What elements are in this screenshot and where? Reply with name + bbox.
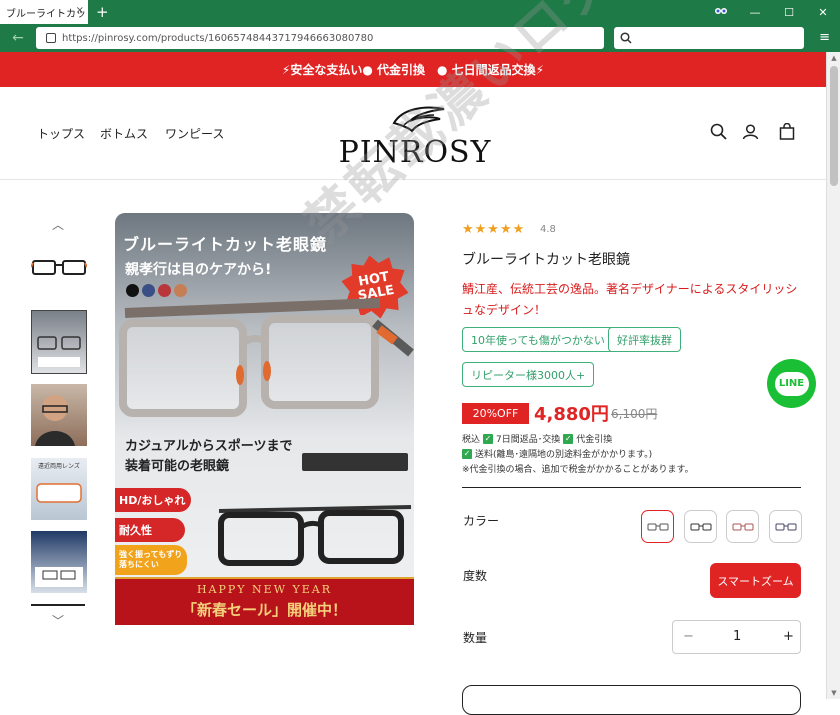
check-icon: ✓	[563, 433, 574, 444]
check-icon: ✓	[483, 433, 494, 444]
search-icon[interactable]	[710, 123, 727, 144]
lock-icon	[46, 33, 56, 43]
discount-badge: 20%OFF	[462, 403, 529, 424]
page-scrollbar[interactable]: ▲ ▼	[826, 52, 840, 699]
browser-nav-bar: ← https://pinrosy.com/products/160657484…	[0, 24, 840, 52]
promo-banner: ⚡安全な支払い● 代金引換 ● 七日間返品交換⚡	[0, 52, 826, 87]
info-line-2: ✓ 送料(離島･遠隔地の別途料金がかかります。)	[462, 447, 652, 460]
glasses-swatch-icon	[690, 523, 711, 530]
glasses-swatch-icon	[775, 523, 796, 530]
new-year-banner: HAPPY NEW YEAR 「新春セール」開催中！	[115, 577, 414, 625]
rating-stars: ★★★★★	[462, 222, 526, 237]
info-line-1: 税込 ✓ 7日間返品･交換 ✓ 代金引換	[462, 432, 612, 445]
tag-hd: HD/おしゃれ	[115, 488, 191, 512]
image-subtitle: 親孝行は目のケアから!	[125, 262, 272, 278]
new-year-banner-main: 「新春セール」開催中！	[181, 601, 347, 619]
url-text: https://pinrosy.com/products/16065748443…	[62, 32, 374, 44]
tab-close-icon[interactable]: ×	[76, 5, 84, 16]
tag-nonslip: 強く振ってもずり落ちにくい	[115, 545, 187, 575]
incognito-icon	[704, 6, 738, 19]
power-label: 度数	[463, 569, 488, 583]
product-glasses-large	[119, 298, 414, 417]
browser-tab[interactable]: ブルーライトカット老 ×	[0, 0, 88, 24]
maximize-button[interactable]: ☐	[772, 6, 806, 19]
rating-value: 4.8	[540, 224, 556, 235]
nav-bottoms[interactable]: ボトムス	[100, 125, 148, 142]
scroll-up-icon[interactable]: ▲	[827, 54, 840, 62]
color-swatch-4[interactable]	[769, 510, 802, 543]
info-line-3: ※代金引換の場合、追加で税金がかかることがあります。	[462, 462, 694, 475]
tax-included-text: 税込	[462, 435, 481, 445]
check-icon: ✓	[462, 448, 472, 459]
line-chat-button[interactable]: LINE	[767, 359, 816, 408]
product-title: ブルーライトカット老眼鏡	[462, 252, 630, 268]
color-swatch-1[interactable]	[641, 510, 674, 543]
shipping-text: 送料(離島･遠隔地の別途料金がかかります。)	[475, 450, 653, 460]
back-arrow-icon[interactable]: ←	[0, 30, 36, 46]
thumbnail-lens-text: 遠近両用レンズ	[38, 463, 80, 470]
thumbnail-4-lens[interactable]: 遠近両用レンズ	[31, 458, 87, 520]
scrollbar-thumb[interactable]	[830, 66, 838, 186]
feature-badge-rating: 好評率抜群	[608, 327, 681, 352]
browser-tab-bar: ブルーライトカット老 × + — ☐ ✕	[0, 0, 840, 24]
color-swatch-2[interactable]	[684, 510, 717, 543]
color-swatch-3[interactable]	[726, 510, 759, 543]
nav-onepiece[interactable]: ワンピース	[165, 125, 224, 142]
glasses-swatch-icon	[647, 523, 668, 530]
new-tab-button[interactable]: +	[96, 0, 109, 24]
cart-icon[interactable]	[779, 122, 795, 144]
color-label: カラー	[463, 514, 500, 528]
thumbnail-2-selected[interactable]	[31, 310, 87, 374]
tag-durability: 耐久性	[115, 518, 185, 542]
quantity-minus-button[interactable]: −	[683, 629, 694, 644]
thumbnail-scroll-indicator	[31, 604, 85, 606]
image-title: ブルーライトカット老眼鏡	[123, 235, 328, 254]
main-product-image[interactable]: ブルーライトカット老眼鏡 親孝行は目のケアから! HOT SALE カジュアルか…	[115, 213, 414, 625]
thumbnail-1[interactable]	[31, 243, 87, 293]
new-year-banner-top: HAPPY NEW YEAR	[196, 583, 333, 596]
thumbnail-5-package[interactable]	[31, 531, 87, 593]
glasses-thumbnail-icon	[31, 260, 87, 275]
details-divider	[462, 487, 801, 488]
quantity-label: 数量	[463, 631, 488, 645]
add-to-cart-button[interactable]	[462, 685, 801, 715]
nav-tops[interactable]: トップス	[37, 125, 85, 142]
product-glasses-small	[218, 505, 412, 566]
account-icon[interactable]	[742, 123, 759, 144]
window-controls: — ☐ ✕	[704, 0, 840, 24]
cod-note-text: ※代金引換の場合、追加で税金がかかることがあります。	[462, 465, 694, 475]
quantity-value[interactable]: 1	[733, 629, 741, 644]
lens-thumbnail-icon	[36, 483, 82, 503]
product-description: 鯖江産、伝統工芸の逸品。著名デザイナーによるスタイリッシュなデザイン！	[462, 282, 798, 317]
thumbnail-down-arrow-icon[interactable]: ﹀	[52, 612, 64, 629]
glasses-thumbnail-icon	[37, 336, 81, 367]
feature-badge-repeat: リピーター様3000人+	[462, 362, 595, 387]
sale-price: 4,880円	[534, 404, 609, 425]
sport-icons-strip	[302, 453, 408, 471]
thumbnail-3-model[interactable]	[31, 384, 87, 446]
package-thumbnail-icon	[35, 567, 83, 587]
scroll-down-icon[interactable]: ▼	[827, 689, 840, 697]
glasses-swatch-icon	[732, 523, 753, 530]
original-price: 6,100円	[611, 407, 658, 421]
quantity-plus-button[interactable]: +	[783, 629, 794, 644]
browser-search-box[interactable]	[614, 27, 804, 49]
minimize-button[interactable]: —	[738, 6, 772, 19]
person-thumbnail-icon	[35, 395, 75, 446]
image-caption-1: カジュアルからスポーツまで	[125, 439, 293, 454]
quantity-stepper: − 1 +	[672, 620, 801, 654]
image-caption-2: 装着可能の老眼鏡	[125, 459, 230, 474]
line-icon: LINE	[774, 371, 809, 396]
close-window-button[interactable]: ✕	[806, 6, 840, 19]
feature-badge-scratch: 10年使っても傷がつかない	[462, 327, 614, 352]
power-option-smart-zoom[interactable]: スマートズーム	[710, 563, 801, 598]
cod-text: 代金引換	[576, 435, 613, 445]
thumbnail-up-arrow-icon[interactable]: ︿	[52, 216, 64, 233]
return-policy-text: 7日間返品･交換	[496, 435, 561, 445]
search-icon	[620, 32, 632, 44]
browser-menu-icon[interactable]: ≡	[819, 30, 830, 45]
